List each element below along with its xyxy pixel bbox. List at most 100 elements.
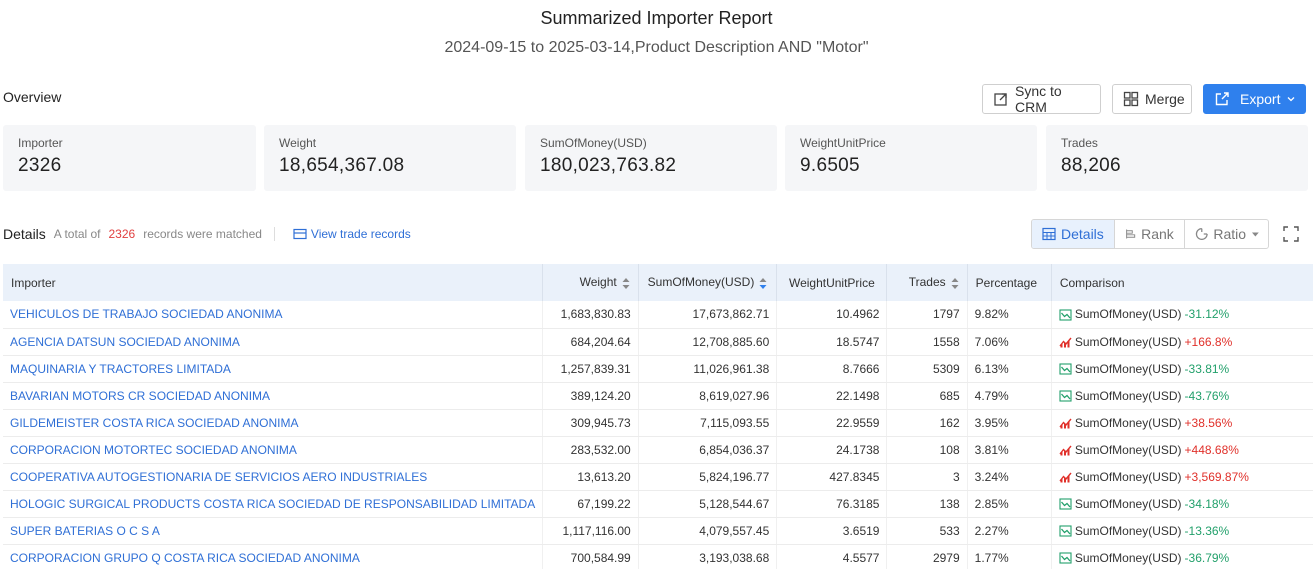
stat-label: WeightUnitPrice (800, 136, 886, 150)
importer-cell[interactable]: MAQUINARIA Y TRACTORES LIMITADA (3, 355, 544, 383)
trend-down-icon (1059, 390, 1072, 402)
ratio-icon (1195, 228, 1208, 240)
column-header-sum-of-money[interactable]: SumOfMoney(USD) (638, 264, 778, 301)
percentage-cell: 6.13% (967, 355, 1052, 383)
comparison-metric: SumOfMoney(USD) (1074, 388, 1182, 403)
importer-link[interactable]: MAQUINARIA Y TRACTORES LIMITADA (10, 362, 231, 376)
importer-cell[interactable]: SUPER BATERIAS O C S A (3, 517, 544, 545)
importer-link[interactable]: COOPERATIVA AUTOGESTIONARIA DE SERVICIOS… (10, 470, 427, 484)
sum-of-money-cell: 12,708,885.60 (638, 328, 778, 356)
importer-cell[interactable]: HOLOGIC SURGICAL PRODUCTS COSTA RICA SOC… (3, 490, 544, 518)
sync-icon (994, 93, 1007, 106)
tab-ratio[interactable]: Ratio (1183, 220, 1268, 248)
trades-cell: 533 (886, 517, 968, 545)
report-subtitle: 2024-09-15 to 2025-03-14,Product Descrip… (444, 39, 869, 56)
column-header-weight-unit-price: WeightUnitPrice (776, 264, 888, 301)
stat-label: Importer (18, 136, 63, 150)
sort-icon[interactable] (951, 277, 959, 290)
column-header-weight[interactable]: Weight (542, 264, 639, 301)
importer-cell[interactable]: BAVARIAN MOTORS CR SOCIEDAD ANONIMA (3, 382, 544, 410)
view-trade-records-link[interactable]: View trade records (293, 227, 411, 241)
table-row: VEHICULOS DE TRABAJO SOCIEDAD ANONIMA 1,6… (3, 301, 1313, 329)
importer-link[interactable]: SUPER BATERIAS O C S A (10, 524, 160, 538)
percentage-cell: 7.06% (967, 328, 1052, 356)
importer-cell[interactable]: CORPORACION MOTORTEC SOCIEDAD ANONIMA (3, 436, 544, 464)
importer-link[interactable]: BAVARIAN MOTORS CR SOCIEDAD ANONIMA (10, 389, 270, 403)
importer-cell[interactable]: AGENCIA DATSUN SOCIEDAD ANONIMA (3, 328, 544, 356)
comparison-change: -34.18% (1184, 496, 1230, 511)
comparison-cell: SumOfMoney(USD) -34.18% (1051, 490, 1313, 518)
sum-of-money-cell: 17,673,862.71 (638, 301, 778, 329)
stat-card-sum-of-money: SumOfMoney(USD) 180,023,763.82 (525, 125, 777, 191)
trend-up-icon (1059, 445, 1072, 456)
trades-cell: 138 (886, 490, 968, 518)
export-button[interactable]: Export (1203, 84, 1306, 114)
importer-link[interactable]: HOLOGIC SURGICAL PRODUCTS COSTA RICA SOC… (10, 497, 535, 511)
importer-link[interactable]: GILDEMEISTER COSTA RICA SOCIEDAD ANONIMA (10, 416, 299, 430)
weight-unit-price-cell: 10.4962 (776, 301, 888, 329)
table-row: HOLOGIC SURGICAL PRODUCTS COSTA RICA SOC… (3, 490, 1313, 518)
percentage-cell: 9.82% (967, 301, 1052, 329)
importer-table: Importer Weight SumOfMoney(USD) WeightUn… (3, 264, 1313, 569)
importer-link[interactable]: CORPORACION GRUPO Q COSTA RICA SOCIEDAD … (10, 551, 360, 565)
comparison-change: +3,569.87% (1184, 469, 1249, 484)
comparison-change: +38.56% (1184, 415, 1233, 430)
weight-cell: 1,117,116.00 (542, 517, 639, 545)
details-bar: Details A total of 2326 records were mat… (3, 224, 411, 244)
stat-value: 2326 (18, 155, 62, 176)
table-row: CORPORACION MOTORTEC SOCIEDAD ANONIMA 283… (3, 436, 1313, 464)
weight-cell: 1,257,839.31 (542, 355, 639, 383)
trend-down-icon (1059, 309, 1072, 321)
stat-card-trades: Trades 88,206 (1046, 125, 1308, 191)
caret-down-icon (1252, 232, 1259, 236)
rank-icon (1125, 229, 1135, 239)
weight-cell: 700,584.99 (542, 544, 639, 569)
tab-details-label: Details (1061, 226, 1104, 242)
comparison-cell: SumOfMoney(USD) +3,569.87% (1051, 463, 1313, 491)
column-header-trades[interactable]: Trades (886, 264, 968, 301)
merge-label: Merge (1145, 91, 1185, 107)
column-header-percentage: Percentage (967, 264, 1052, 301)
weight-unit-price-cell: 76.3185 (776, 490, 888, 518)
importer-cell[interactable]: CORPORACION GRUPO Q COSTA RICA SOCIEDAD … (3, 544, 544, 569)
tab-details[interactable]: Details (1032, 220, 1115, 248)
comparison-metric: SumOfMoney(USD) (1074, 361, 1182, 376)
stat-value: 180,023,763.82 (540, 155, 677, 176)
importer-cell[interactable]: COOPERATIVA AUTOGESTIONARIA DE SERVICIOS… (3, 463, 544, 491)
importer-link[interactable]: AGENCIA DATSUN SOCIEDAD ANONIMA (10, 335, 240, 349)
sort-icon[interactable] (622, 277, 630, 290)
comparison-cell: SumOfMoney(USD) -33.81% (1051, 355, 1313, 383)
trades-cell: 3 (886, 463, 968, 491)
weight-cell: 684,204.64 (542, 328, 639, 356)
weight-unit-price-cell: 24.1738 (776, 436, 888, 464)
merge-button[interactable]: Merge (1112, 84, 1192, 114)
importer-cell[interactable]: VEHICULOS DE TRABAJO SOCIEDAD ANONIMA (3, 301, 544, 329)
weight-unit-price-cell: 22.9559 (776, 409, 888, 437)
column-header-importer: Importer (3, 264, 544, 301)
details-label: Details (3, 226, 46, 242)
trades-cell: 162 (886, 409, 968, 437)
importer-link[interactable]: CORPORACION MOTORTEC SOCIEDAD ANONIMA (10, 443, 297, 457)
weight-cell: 309,945.73 (542, 409, 639, 437)
trades-cell: 685 (886, 382, 968, 410)
importer-link[interactable]: VEHICULOS DE TRABAJO SOCIEDAD ANONIMA (10, 307, 283, 321)
weight-unit-price-cell: 8.7666 (776, 355, 888, 383)
weight-cell: 283,532.00 (542, 436, 639, 464)
weight-unit-price-cell: 427.8345 (776, 463, 888, 491)
sort-icon[interactable] (759, 277, 767, 290)
sum-of-money-cell: 5,824,196.77 (638, 463, 778, 491)
sum-of-money-cell: 11,026,961.38 (638, 355, 778, 383)
expand-icon[interactable] (1282, 225, 1300, 248)
comparison-cell: SumOfMoney(USD) -13.36% (1051, 517, 1313, 545)
weight-cell: 1,683,830.83 (542, 301, 639, 329)
weight-cell: 389,124.20 (542, 382, 639, 410)
importer-cell[interactable]: GILDEMEISTER COSTA RICA SOCIEDAD ANONIMA (3, 409, 544, 437)
percentage-cell: 1.77% (967, 544, 1052, 569)
sync-to-crm-button[interactable]: Sync to CRM (982, 83, 1101, 115)
trades-cell: 108 (886, 436, 968, 464)
table-row: MAQUINARIA Y TRACTORES LIMITADA 1,257,839… (3, 355, 1313, 383)
weight-unit-price-cell: 3.6519 (776, 517, 888, 545)
records-icon (293, 228, 307, 240)
chevron-down-icon (1288, 97, 1295, 102)
tab-rank[interactable]: Rank (1113, 220, 1184, 248)
